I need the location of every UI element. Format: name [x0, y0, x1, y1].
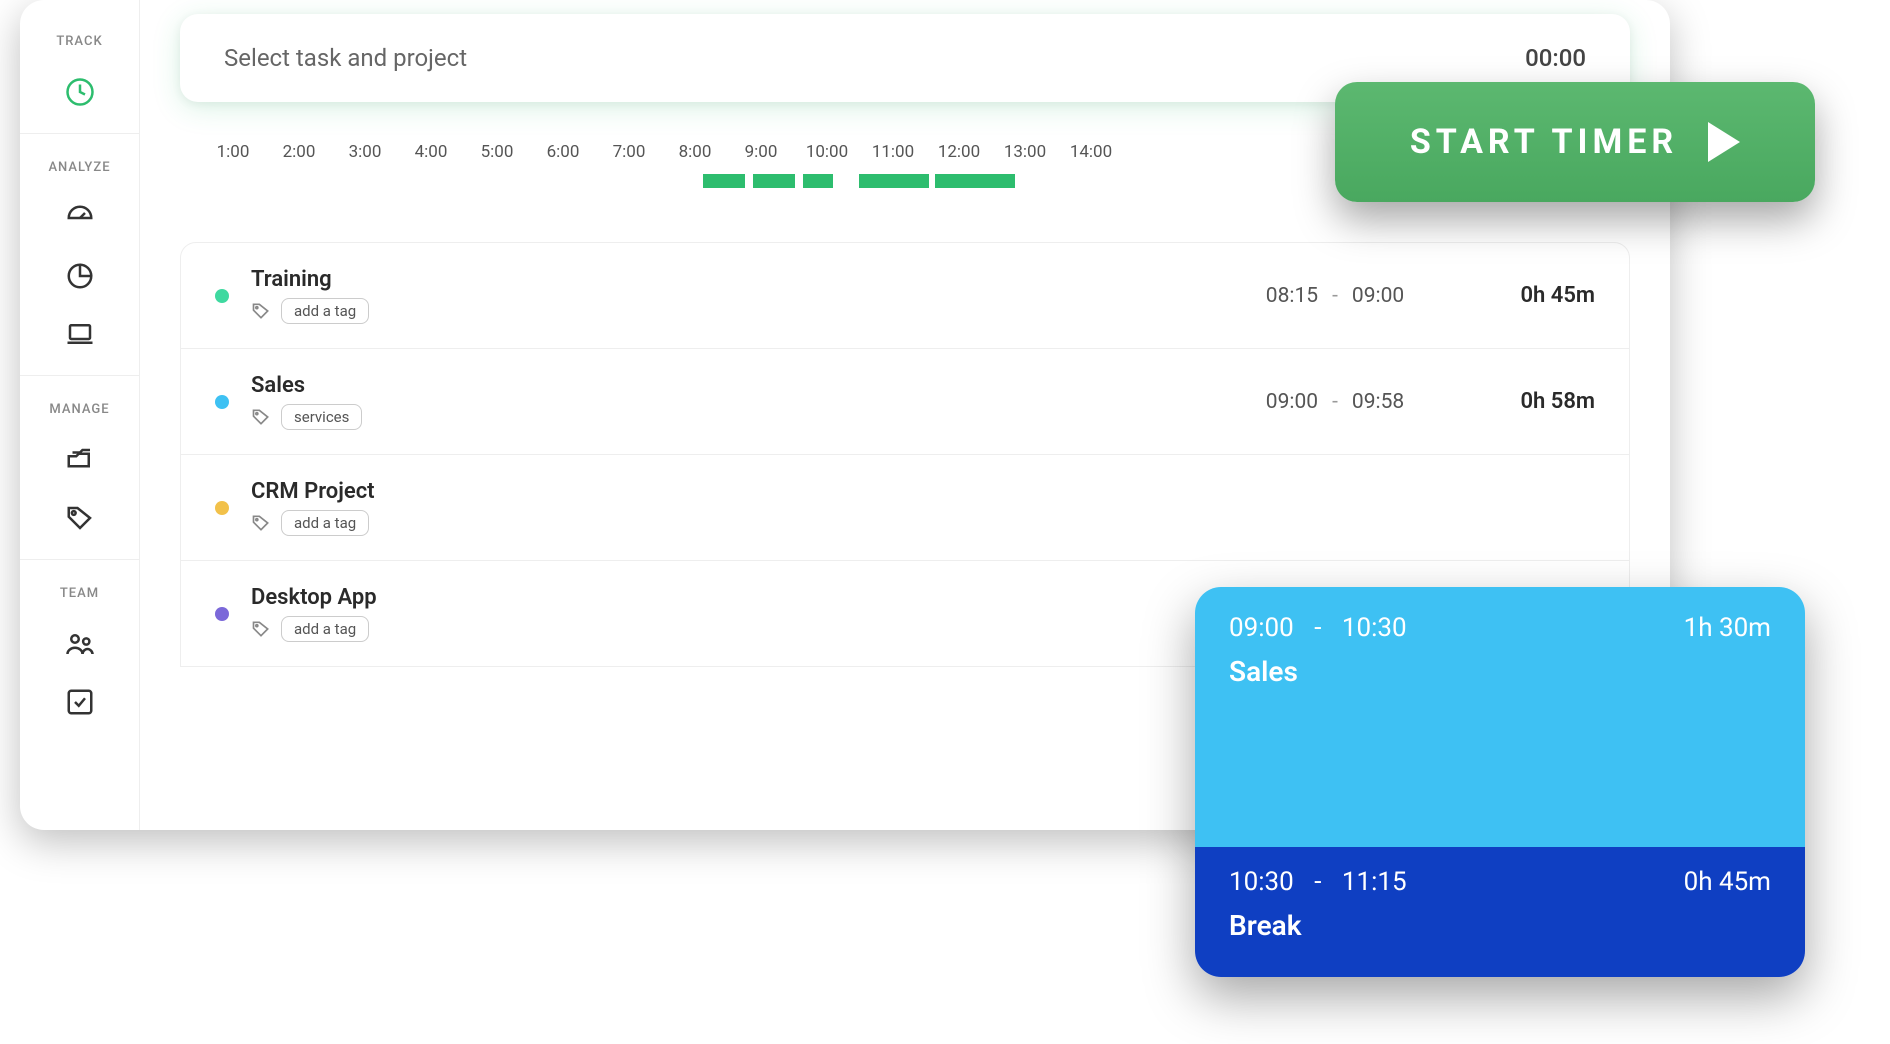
entry-duration: 0h 45m: [1455, 283, 1595, 308]
play-icon: [1708, 122, 1740, 162]
entry-times: 09:00-09:58: [1215, 390, 1455, 414]
timeline-block[interactable]: [703, 174, 745, 188]
laptop-icon[interactable]: [65, 319, 95, 349]
popup-bottom-duration: 0h 45m: [1684, 867, 1771, 897]
entry-row[interactable]: CRM Project add a tag: [181, 455, 1629, 561]
tag-icon: [251, 407, 271, 427]
timeline-block[interactable]: [803, 174, 833, 188]
entry-row[interactable]: Training add a tag 08:15-09:00 0h 45m: [181, 243, 1629, 349]
entry-title: Training: [251, 267, 1215, 292]
timeline-hour-label: 11:00: [860, 142, 926, 162]
timer-display: 00:00: [1525, 44, 1586, 72]
timeline-hour-label: 6:00: [530, 142, 596, 162]
entry-row[interactable]: Sales services 09:00-09:58 0h 58m: [181, 349, 1629, 455]
tag-icon: [251, 301, 271, 321]
tag-pill[interactable]: add a tag: [281, 616, 369, 642]
sidebar-section-manage: MANAGE: [49, 402, 109, 417]
timeline-hour-label: 12:00: [926, 142, 992, 162]
checkbox-icon[interactable]: [65, 687, 95, 717]
entry-color-dot: [215, 289, 229, 303]
dash: -: [1314, 867, 1321, 897]
sidebar: TRACK ANALYZE MANAGE TEAM: [20, 0, 140, 830]
timeline-block[interactable]: [859, 174, 929, 188]
start-timer-label: START TIMER: [1410, 122, 1678, 162]
entry-title: Sales: [251, 373, 1215, 398]
folders-icon[interactable]: [65, 445, 95, 475]
popup-top-start: 09:00: [1229, 613, 1294, 643]
clock-icon[interactable]: [65, 77, 95, 107]
timeline-hour-label: 1:00: [200, 142, 266, 162]
team-icon[interactable]: [65, 629, 95, 659]
timeline-hour-label: 10:00: [794, 142, 860, 162]
timeline-hour-label: 13:00: [992, 142, 1058, 162]
entry-color-dot: [215, 395, 229, 409]
timeline-hour-label: 5:00: [464, 142, 530, 162]
timeline-block[interactable]: [753, 174, 795, 188]
timeline-hour-label: 14:00: [1058, 142, 1124, 162]
popup-bottom-name: Break: [1229, 909, 1771, 942]
dash: -: [1314, 613, 1321, 643]
sidebar-section-team: TEAM: [60, 586, 99, 601]
entry-duration: 0h 58m: [1455, 389, 1595, 414]
popup-top-end: 10:30: [1342, 613, 1407, 643]
tag-icon[interactable]: [65, 503, 95, 533]
popup-card: 09:00 - 10:30 1h 30m Sales 10:30 - 11:15…: [1195, 587, 1805, 977]
timeline-hour-label: 4:00: [398, 142, 464, 162]
timeline-hour-label: 7:00: [596, 142, 662, 162]
sidebar-section-track: TRACK: [56, 34, 102, 49]
popup-bottom-segment[interactable]: 10:30 - 11:15 0h 45m Break: [1195, 847, 1805, 977]
popup-bottom-end: 11:15: [1342, 867, 1407, 897]
dashboard-icon[interactable]: [65, 203, 95, 233]
tag-pill[interactable]: add a tag: [281, 298, 369, 324]
timeline-hour-label: 9:00: [728, 142, 794, 162]
tag-icon: [251, 619, 271, 639]
popup-top-segment[interactable]: 09:00 - 10:30 1h 30m Sales: [1195, 587, 1805, 847]
timeline-hour-label: 2:00: [266, 142, 332, 162]
sidebar-section-analyze: ANALYZE: [48, 160, 110, 175]
timeline-hour-label: 3:00: [332, 142, 398, 162]
popup-bottom-start: 10:30: [1229, 867, 1294, 897]
entry-title: CRM Project: [251, 479, 1215, 504]
start-timer-button[interactable]: START TIMER: [1335, 82, 1815, 202]
entry-color-dot: [215, 501, 229, 515]
entry-color-dot: [215, 607, 229, 621]
tag-pill[interactable]: add a tag: [281, 510, 369, 536]
timeline-hour-label: 8:00: [662, 142, 728, 162]
task-input-placeholder: Select task and project: [224, 44, 467, 72]
popup-top-duration: 1h 30m: [1684, 613, 1771, 643]
entry-title: Desktop App: [251, 585, 1215, 610]
popup-top-name: Sales: [1229, 655, 1771, 688]
tag-pill[interactable]: services: [281, 404, 362, 430]
entry-times: 08:15-09:00: [1215, 284, 1455, 308]
tag-icon: [251, 513, 271, 533]
timeline-block[interactable]: [935, 174, 1015, 188]
pie-chart-icon[interactable]: [65, 261, 95, 291]
